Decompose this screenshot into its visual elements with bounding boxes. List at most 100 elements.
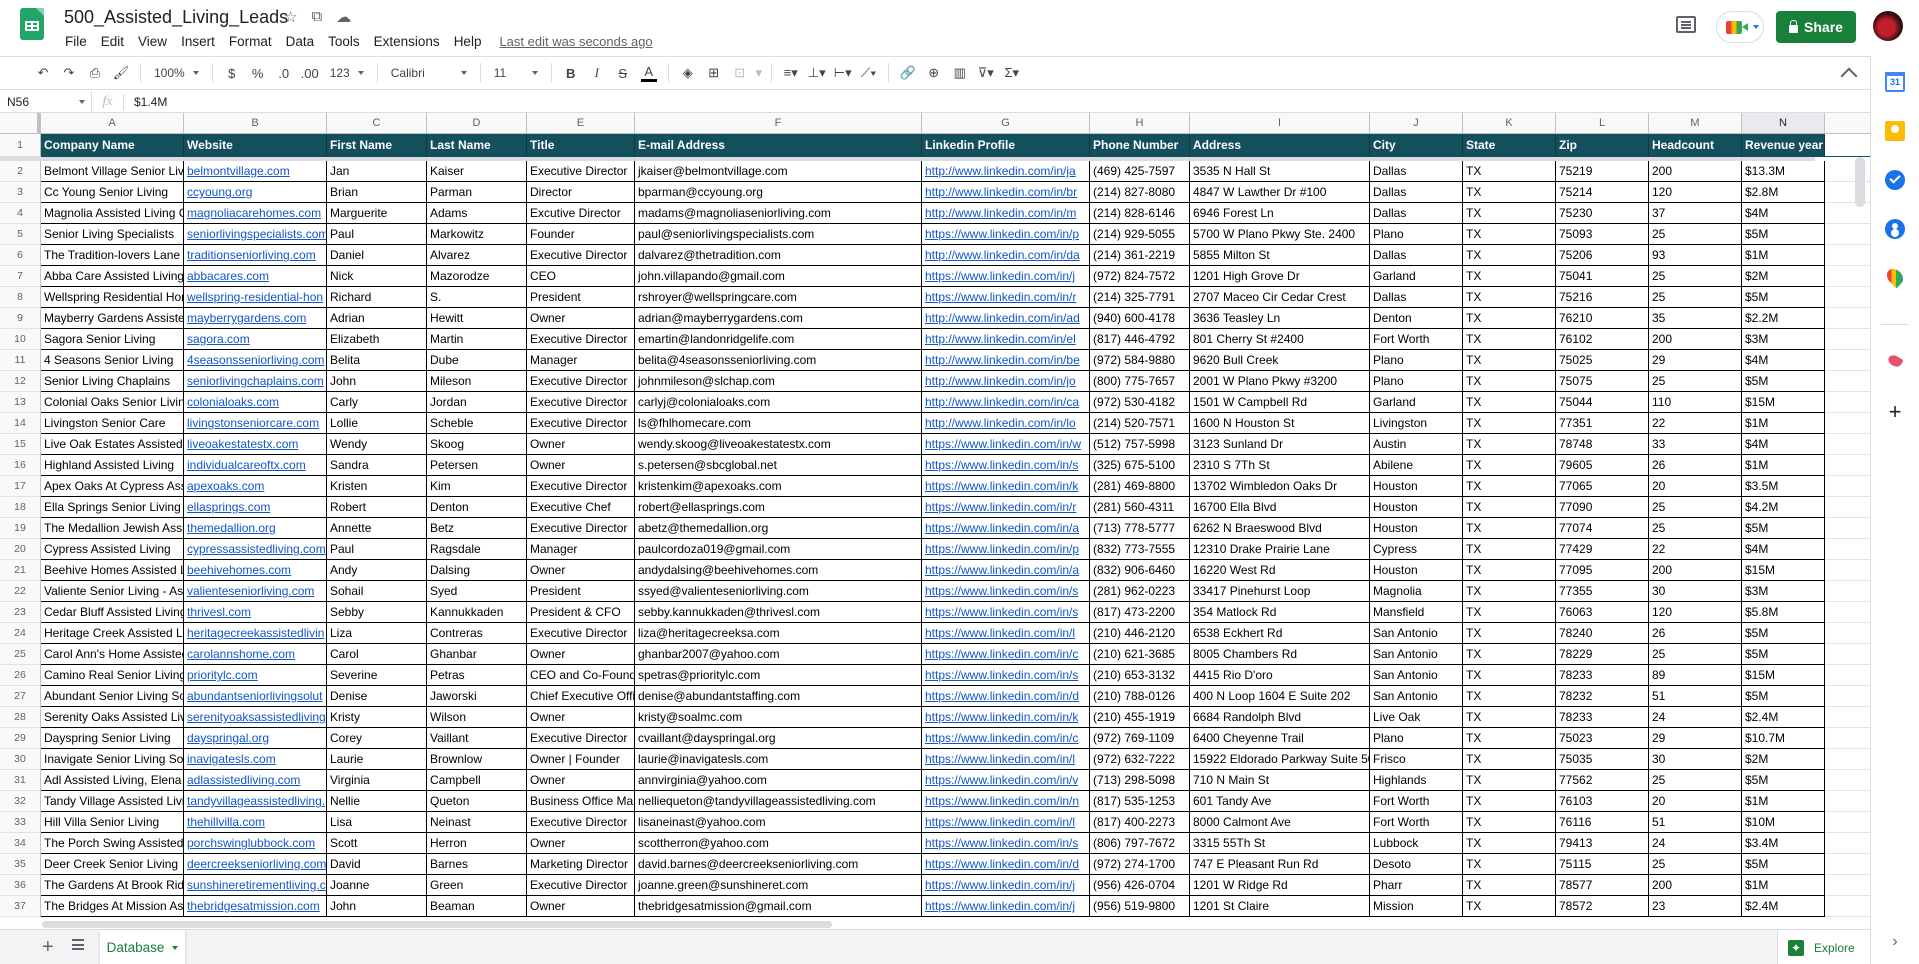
cell[interactable]: Joanne xyxy=(327,875,427,896)
cell[interactable]: 5700 W Plano Pkwy Ste. 2400 xyxy=(1190,224,1370,245)
cell[interactable]: 2310 S 7Th St xyxy=(1190,455,1370,476)
cell[interactable]: Abba Care Assisted Living xyxy=(41,266,184,287)
cell[interactable]: 75219 xyxy=(1556,161,1649,182)
cell[interactable]: TX xyxy=(1463,833,1556,854)
column-header-m[interactable]: M xyxy=(1649,113,1742,133)
cell[interactable]: Sandra xyxy=(327,455,427,476)
cell[interactable]: tandyvillageassistedliving. xyxy=(184,791,327,812)
cell[interactable]: 76102 xyxy=(1556,329,1649,350)
cell[interactable] xyxy=(1825,518,1870,539)
vertical-align-icon[interactable]: ⊥▾ xyxy=(805,61,829,85)
cell[interactable]: 30 xyxy=(1649,581,1742,602)
cell[interactable]: 25 xyxy=(1649,497,1742,518)
print-icon[interactable]: ⎙ xyxy=(83,61,107,85)
cell[interactable]: Business Office Mar xyxy=(527,791,635,812)
row-number[interactable]: 35 xyxy=(0,854,41,875)
cell[interactable]: 22 xyxy=(1649,413,1742,434)
cell[interactable]: Hill Villa Senior Living xyxy=(41,812,184,833)
get-addons-icon[interactable]: + xyxy=(1885,401,1905,423)
row-number[interactable]: 6 xyxy=(0,245,41,266)
cell[interactable]: TX xyxy=(1463,896,1556,917)
cell[interactable]: 24 xyxy=(1649,833,1742,854)
cell[interactable]: Executive Director xyxy=(527,518,635,539)
cell[interactable]: 37 xyxy=(1649,203,1742,224)
cell[interactable]: Dayspring Senior Living xyxy=(41,728,184,749)
cell[interactable]: Daniel xyxy=(327,245,427,266)
strikethrough-button[interactable]: S xyxy=(611,61,635,85)
cell[interactable]: Garland xyxy=(1370,266,1463,287)
cell[interactable]: laurie@inavigatesls.com xyxy=(635,749,922,770)
tasks-icon[interactable] xyxy=(1885,170,1905,190)
cell[interactable]: (210) 788-0126 xyxy=(1090,686,1190,707)
cell[interactable]: ls@fhlhomecare.com xyxy=(635,413,922,434)
share-button[interactable]: Share xyxy=(1776,11,1856,43)
cell[interactable]: ssyed@valienteseniorliving.com xyxy=(635,581,922,602)
row-number[interactable]: 7 xyxy=(0,266,41,287)
cell[interactable]: 8000 Calmont Ave xyxy=(1190,812,1370,833)
cell[interactable]: San Antonio xyxy=(1370,665,1463,686)
cell[interactable]: beehivehomes.com xyxy=(184,560,327,581)
cell[interactable]: 75206 xyxy=(1556,245,1649,266)
cell[interactable]: The Tradition-lovers Lane xyxy=(41,245,184,266)
cell[interactable]: 3315 55Th St xyxy=(1190,833,1370,854)
cell[interactable]: $4M xyxy=(1742,539,1825,560)
cell[interactable]: The Gardens At Brook Ridg xyxy=(41,875,184,896)
cell[interactable]: https://www.linkedin.com/in/c xyxy=(922,728,1090,749)
cell[interactable]: 1600 N Houston St xyxy=(1190,413,1370,434)
contacts-icon[interactable] xyxy=(1885,219,1905,239)
cell[interactable]: Fort Worth xyxy=(1370,329,1463,350)
cell[interactable]: (956) 426-0704 xyxy=(1090,875,1190,896)
cell[interactable] xyxy=(1825,791,1870,812)
cell[interactable]: Barnes xyxy=(427,854,527,875)
cell[interactable]: kristy@soalmc.com xyxy=(635,707,922,728)
cell[interactable]: TX xyxy=(1463,203,1556,224)
cell[interactable]: TX xyxy=(1463,539,1556,560)
decrease-decimal-button[interactable]: .0 xyxy=(272,61,296,85)
cell[interactable] xyxy=(1825,875,1870,896)
cell[interactable]: https://www.linkedin.com/in/j xyxy=(922,875,1090,896)
cell[interactable]: Brian xyxy=(327,182,427,203)
cell[interactable]: San Antonio xyxy=(1370,644,1463,665)
horizontal-align-icon[interactable]: ≡▾ xyxy=(779,61,803,85)
cell[interactable]: thrivesl.com xyxy=(184,602,327,623)
cell[interactable]: Heritage Creek Assisted Li xyxy=(41,623,184,644)
cell[interactable]: Serenity Oaks Assisted Livi xyxy=(41,707,184,728)
cell[interactable]: https://www.linkedin.com/in/s xyxy=(922,602,1090,623)
header-cell[interactable]: E-mail Address xyxy=(635,134,922,157)
cell[interactable]: (972) 769-1109 xyxy=(1090,728,1190,749)
cell[interactable]: Owner xyxy=(527,644,635,665)
cell[interactable]: $1M xyxy=(1742,875,1825,896)
cell[interactable]: Mansfield xyxy=(1370,602,1463,623)
cell[interactable]: 30 xyxy=(1649,749,1742,770)
cell[interactable]: https://www.linkedin.com/in/d xyxy=(922,686,1090,707)
header-cell[interactable]: Title xyxy=(527,134,635,157)
cell[interactable]: 13702 Wimbledon Oaks Dr xyxy=(1190,476,1370,497)
cell[interactable]: $10.7M xyxy=(1742,728,1825,749)
cell[interactable]: TX xyxy=(1463,455,1556,476)
cell[interactable]: 77355 xyxy=(1556,581,1649,602)
explore-button[interactable]: ✦ Explore xyxy=(1777,930,1870,964)
cell[interactable]: Mazorodze xyxy=(427,266,527,287)
cell[interactable] xyxy=(1825,707,1870,728)
cell[interactable]: https://www.linkedin.com/in/p xyxy=(922,224,1090,245)
cell[interactable] xyxy=(1825,392,1870,413)
column-header-a[interactable]: A xyxy=(41,113,184,133)
last-edit-link[interactable]: Last edit was seconds ago xyxy=(492,32,659,51)
cell[interactable]: Markowitz xyxy=(427,224,527,245)
cell[interactable] xyxy=(1825,224,1870,245)
cell[interactable]: Owner xyxy=(527,896,635,917)
cell[interactable]: TX xyxy=(1463,329,1556,350)
cell[interactable]: Contreras xyxy=(427,623,527,644)
cell[interactable]: (214) 929-5055 xyxy=(1090,224,1190,245)
cell[interactable]: 1201 W Ridge Rd xyxy=(1190,875,1370,896)
cell[interactable]: 200 xyxy=(1649,329,1742,350)
cell[interactable]: 400 N Loop 1604 E Suite 202 xyxy=(1190,686,1370,707)
cell[interactable]: (214) 325-7791 xyxy=(1090,287,1190,308)
cell[interactable]: Executive Director xyxy=(527,812,635,833)
cell[interactable]: Dallas xyxy=(1370,245,1463,266)
header-cell[interactable]: Company Name xyxy=(41,134,184,157)
cell[interactable]: jkaiser@belmontvillage.com xyxy=(635,161,922,182)
cell[interactable]: The Bridges At Mission As xyxy=(41,896,184,917)
cell[interactable]: TX xyxy=(1463,434,1556,455)
cell[interactable]: Richard xyxy=(327,287,427,308)
